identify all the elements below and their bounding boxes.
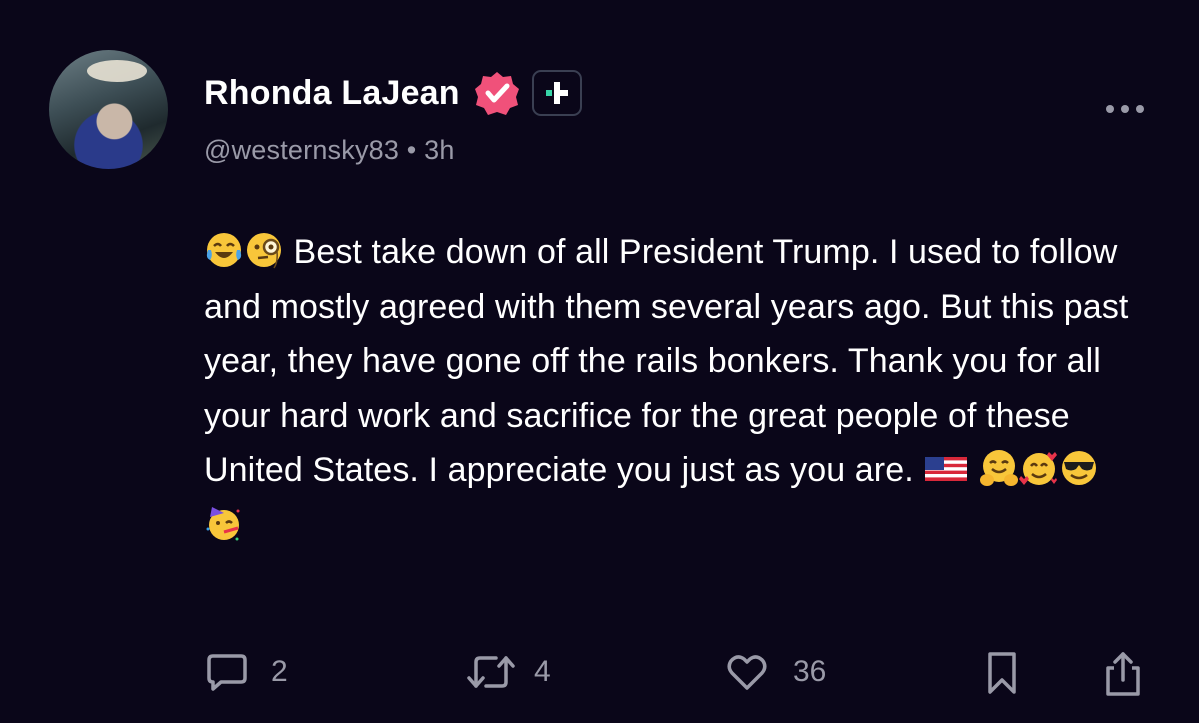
- hugging-face-icon: [979, 450, 1018, 486]
- author-meta: @westernsky83 • 3h: [204, 135, 455, 166]
- reply-count: 2: [271, 655, 288, 688]
- repost-count: 4: [534, 655, 551, 688]
- share-action[interactable]: [1100, 650, 1146, 698]
- like-action[interactable]: 36: [725, 650, 826, 694]
- share-icon: [1106, 652, 1140, 696]
- bookmark-action[interactable]: [984, 650, 1020, 696]
- verified-badge-icon: [474, 72, 519, 115]
- heart-icon: [727, 655, 767, 690]
- repost-action[interactable]: 4: [466, 650, 551, 694]
- author-handle[interactable]: @westernsky83: [204, 135, 399, 165]
- more-options-icon[interactable]: [1104, 102, 1146, 116]
- subscription-plus-icon[interactable]: [531, 70, 582, 116]
- like-count: 36: [793, 655, 827, 688]
- bookmark-icon: [988, 652, 1016, 694]
- repost-icon: [467, 656, 515, 688]
- face-with-monocle-icon: [247, 233, 281, 269]
- us-flag-icon: [925, 457, 968, 481]
- post-timestamp[interactable]: 3h: [424, 135, 454, 165]
- post-actions-bar: 2 4 36: [0, 650, 1199, 710]
- plus-icon: [545, 82, 568, 104]
- avatar[interactable]: [49, 50, 168, 169]
- partying-face-icon: [206, 506, 240, 540]
- author-row: Rhonda LaJean: [204, 70, 582, 116]
- post-body: Best take down of all President Trump. I…: [204, 225, 1154, 552]
- reply-bubble-icon: [207, 654, 247, 691]
- post-card: Rhonda LaJean @westernsky83 • 3h Best ta…: [0, 0, 1199, 723]
- smiling-face-with-sunglasses-icon: [1061, 451, 1096, 485]
- reply-action[interactable]: 2: [205, 650, 288, 694]
- avatar-hat-detail: [87, 60, 147, 82]
- smiling-face-with-hearts-icon: [1018, 452, 1057, 485]
- meta-separator: •: [406, 135, 425, 165]
- face-with-tears-of-joy-icon: [206, 233, 242, 267]
- author-display-name[interactable]: Rhonda LaJean: [204, 74, 460, 113]
